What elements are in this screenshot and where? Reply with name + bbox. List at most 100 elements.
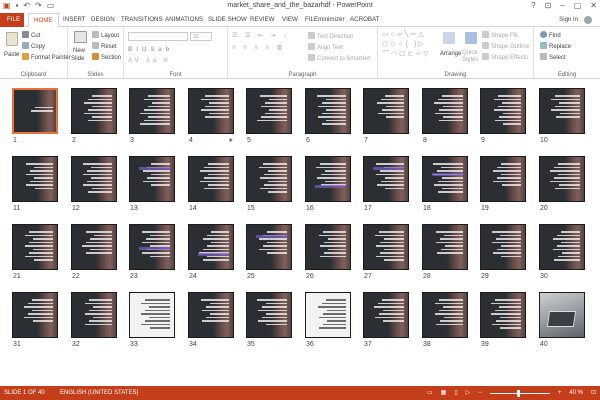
tab-review[interactable]: REVIEW <box>250 13 274 27</box>
new-slide-button[interactable]: New <box>73 47 85 55</box>
slide-thumbnail[interactable] <box>422 224 468 270</box>
slide-thumbnail[interactable] <box>246 156 292 202</box>
slide-thumbnail[interactable] <box>539 224 585 270</box>
reading-view-icon[interactable]: ▯ <box>454 386 457 400</box>
layout-button[interactable]: Layout <box>92 31 119 40</box>
reset-button[interactable]: Reset <box>92 42 117 51</box>
slide-thumbnail[interactable] <box>480 156 526 202</box>
user-avatar-icon[interactable] <box>584 16 592 24</box>
zoom-in-button[interactable]: + <box>558 386 562 400</box>
slide-thumbnail[interactable] <box>422 88 468 134</box>
slide-thumbnail[interactable] <box>422 156 468 202</box>
slide-thumbnail[interactable] <box>12 156 58 202</box>
slide-thumbnail[interactable] <box>129 156 175 202</box>
ribbon-display-icon[interactable]: ⊡ <box>545 0 552 11</box>
shape-outline-button[interactable]: Shape Outline <box>482 42 529 51</box>
help-button[interactable]: ? <box>531 0 535 11</box>
text-direction-button[interactable]: Text Direction <box>308 32 353 41</box>
slide-thumbnail[interactable] <box>480 88 526 134</box>
slide-thumbnail[interactable] <box>188 88 234 134</box>
tab-design[interactable]: DESIGN <box>91 13 115 27</box>
copy-button[interactable]: Copy <box>22 42 45 51</box>
slide-thumbnail[interactable] <box>129 224 175 270</box>
tab-home[interactable]: HOME <box>28 13 59 28</box>
slide-thumbnail[interactable] <box>12 88 58 134</box>
maximize-button[interactable]: ▢ <box>574 0 582 11</box>
fit-to-window-icon[interactable]: ⊡ <box>591 386 596 400</box>
close-button[interactable]: ✕ <box>590 0 597 11</box>
slide-thumbnail[interactable] <box>71 224 117 270</box>
font-size-box[interactable]: 32 <box>190 32 212 41</box>
slide-thumbnail[interactable] <box>12 224 58 270</box>
replace-button[interactable]: Replace <box>540 42 571 51</box>
font-format-buttons[interactable]: BIUSab <box>128 46 173 54</box>
zoom-slider-thumb[interactable] <box>516 389 520 397</box>
tab-animations[interactable]: ANIMATIONS <box>165 13 203 27</box>
shape-fill-button[interactable]: Shape Fill <box>482 31 518 40</box>
slide-thumbnail[interactable] <box>246 292 292 338</box>
slide-thumbnail[interactable] <box>422 292 468 338</box>
font-name-box[interactable] <box>128 32 188 41</box>
list-buttons[interactable]: ☰ ☰ ⇤ ⇥ ↕ <box>232 32 289 40</box>
slide-thumbnail[interactable] <box>129 292 175 338</box>
slide-thumbnail[interactable] <box>363 292 409 338</box>
shape-effects-button[interactable]: Shape Effects <box>482 53 528 62</box>
shapes-gallery-row2[interactable]: ⬠◇☆{ }▷ <box>382 41 426 49</box>
slide-thumbnail[interactable] <box>188 224 234 270</box>
tab-slide-show[interactable]: SLIDE SHOW <box>208 13 247 27</box>
slide-number: 26 <box>306 273 314 280</box>
language-status[interactable]: ENGLISH (UNITED STATES) <box>60 386 138 400</box>
convert-smartart-button[interactable]: Convert to SmartArt <box>308 54 370 63</box>
slide-thumbnail[interactable] <box>305 88 351 134</box>
slide-thumbnail[interactable] <box>71 292 117 338</box>
slide-thumbnail[interactable] <box>12 292 58 338</box>
zoom-out-button[interactable]: − <box>478 386 482 400</box>
tab-view[interactable]: VIEW <box>282 13 298 27</box>
shapes-gallery-row3[interactable]: ⌒◠☐⊂✧▽ <box>382 51 431 59</box>
alignment-buttons[interactable]: ≡ ≡ ≡ ≡ ▥ <box>232 44 285 52</box>
slide-thumbnail[interactable] <box>246 88 292 134</box>
slide-thumbnail[interactable] <box>539 88 585 134</box>
shapes-gallery[interactable]: ▭○▱╲⇨△ <box>382 31 426 39</box>
arrange-button[interactable]: Arrange <box>440 50 461 58</box>
zoom-level[interactable]: 40 % <box>569 386 583 400</box>
slide-thumbnail[interactable] <box>188 292 234 338</box>
sign-in-link[interactable]: Sign in <box>559 13 578 27</box>
slide-thumbnail[interactable] <box>305 156 351 202</box>
tab-transitions[interactable]: TRANSITIONS <box>121 13 163 27</box>
slide-sorter-view-icon[interactable]: ▦ <box>441 386 447 400</box>
font-spacing-buttons[interactable]: AV Aa A <box>128 57 171 65</box>
slide-thumbnail[interactable] <box>129 88 175 134</box>
slideshow-view-icon[interactable]: ▷ <box>466 386 471 400</box>
slide-thumbnail[interactable] <box>363 156 409 202</box>
zoom-slider[interactable] <box>489 389 550 397</box>
find-button[interactable]: Find <box>540 31 561 40</box>
tab-fileminimizer[interactable]: FILEminimizer <box>305 13 345 27</box>
slide-number: 21 <box>13 273 21 280</box>
tab-file[interactable]: FILE <box>0 13 24 27</box>
quick-styles-button[interactable]: Quick Styles <box>462 50 484 64</box>
tab-insert[interactable]: INSERT <box>63 13 86 27</box>
slide-thumbnail[interactable] <box>539 292 585 338</box>
tab-acrobat[interactable]: ACROBAT <box>350 13 379 27</box>
normal-view-icon[interactable]: ▭ <box>427 386 433 400</box>
slide-thumbnail[interactable] <box>246 224 292 270</box>
minimize-button[interactable]: – <box>560 0 564 11</box>
slide-thumbnail[interactable] <box>363 224 409 270</box>
align-text-button[interactable]: Align Text <box>308 43 343 52</box>
cut-button[interactable]: Cut <box>22 31 40 40</box>
slide-thumbnail[interactable] <box>480 292 526 338</box>
section-button[interactable]: Section <box>92 53 121 62</box>
slide-thumbnail[interactable] <box>71 156 117 202</box>
paste-button[interactable]: Paste <box>4 51 19 59</box>
select-button[interactable]: Select <box>540 53 566 62</box>
slide-thumbnail[interactable] <box>305 292 351 338</box>
slide-thumbnail[interactable] <box>305 224 351 270</box>
slide-thumbnail[interactable] <box>188 156 234 202</box>
slide-thumbnail[interactable] <box>480 224 526 270</box>
new-slide-button-label[interactable]: Slide <box>71 55 84 63</box>
slide-thumbnail[interactable] <box>363 88 409 134</box>
slide-thumbnail[interactable] <box>71 88 117 134</box>
slide-thumbnail[interactable] <box>539 156 585 202</box>
format-painter-button[interactable]: Format Painter <box>22 53 71 62</box>
